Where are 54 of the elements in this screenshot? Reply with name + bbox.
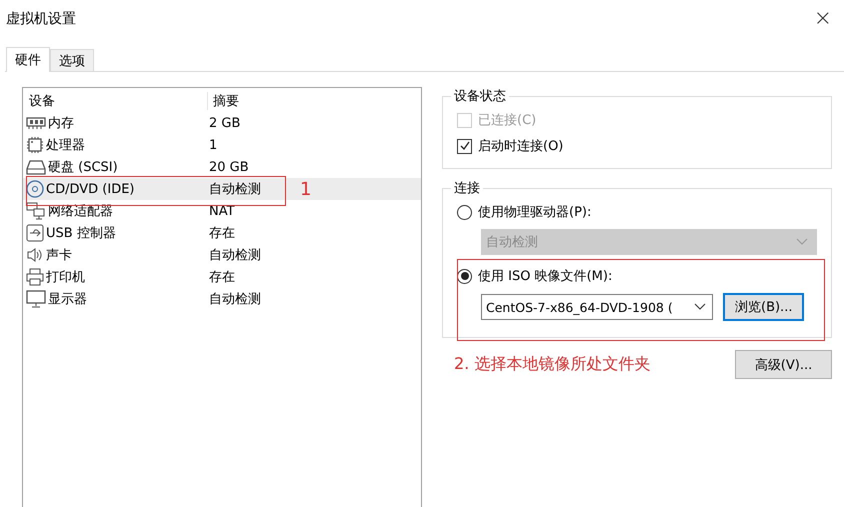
tab[interactable]: 硬件 xyxy=(6,47,50,72)
device-row[interactable]: 硬盘 (SCSI) 20 GB xyxy=(23,156,421,178)
annotation-number: 1 xyxy=(300,179,312,200)
device-summary: 存在 xyxy=(208,225,235,242)
close-button[interactable]: × xyxy=(802,6,844,31)
device-row[interactable]: USB 控制器 存在 xyxy=(23,222,421,244)
radio-label: 使用物理驱动器(P): xyxy=(478,204,592,221)
usb-icon xyxy=(26,224,44,242)
device-summary: 2 GB xyxy=(208,116,240,130)
device-summary: 20 GB xyxy=(208,160,249,174)
chevron-icon xyxy=(694,303,706,311)
printer-icon xyxy=(26,268,44,286)
memory-icon xyxy=(26,116,46,130)
device-name: CD/DVD (IDE) xyxy=(46,182,134,196)
group-title: 连接 xyxy=(453,180,481,197)
radio-label: 使用 ISO 映像文件(M): xyxy=(478,268,612,285)
device-summary: 1 xyxy=(208,138,218,152)
speaker-icon xyxy=(26,247,44,263)
device-name: 处理器 xyxy=(46,137,85,154)
checkbox[interactable] xyxy=(457,138,472,154)
group-title: 设备状态 xyxy=(453,88,507,105)
device-name: 硬盘 (SCSI) xyxy=(48,159,118,176)
device-summary: 自动检测 xyxy=(208,247,261,264)
tab[interactable]: 选项 xyxy=(50,49,94,71)
annotation-text: 2. 选择本地镜像所处文件夹 xyxy=(454,354,650,375)
checkbox-label: 已连接(C) xyxy=(478,112,536,129)
radio-button[interactable] xyxy=(457,268,472,284)
device-name: 打印机 xyxy=(46,269,85,286)
window-title: 虚拟机设置 xyxy=(6,10,76,28)
drive-icon xyxy=(26,159,46,175)
device-row[interactable]: 声卡 自动检测 xyxy=(23,244,421,266)
device-summary: 自动检测 xyxy=(208,291,261,308)
chevron-icon xyxy=(796,238,808,246)
device-name: USB 控制器 xyxy=(46,225,116,242)
device-row[interactable]: 显示器 自动检测 xyxy=(23,288,421,310)
device-name: 内存 xyxy=(48,115,74,132)
column-header: 摘要 xyxy=(207,92,239,110)
device-summary: 自动检测 xyxy=(208,181,261,198)
iso-path-combobox[interactable]: CentOS-7-x86_64-DVD-1908 ( xyxy=(481,294,713,320)
chip-icon xyxy=(26,136,44,154)
advanced-button[interactable]: 高级(V)... xyxy=(735,350,832,379)
network-icon xyxy=(26,202,46,220)
device-name: 显示器 xyxy=(48,291,87,308)
monitor-icon xyxy=(26,290,46,308)
device-row[interactable]: 内存 2 GB xyxy=(23,112,421,134)
device-row[interactable]: 打印机 存在 xyxy=(23,266,421,288)
radio-button[interactable] xyxy=(457,204,472,220)
browse-button[interactable]: 浏览(B)... xyxy=(723,293,804,321)
column-header: 设备 xyxy=(28,93,56,110)
device-summary: 存在 xyxy=(208,269,235,286)
checkbox-label: 启动时连接(O) xyxy=(478,138,564,155)
device-row[interactable]: 处理器 1 xyxy=(23,134,421,156)
disc-icon xyxy=(26,180,44,198)
device-name: 声卡 xyxy=(46,247,72,264)
